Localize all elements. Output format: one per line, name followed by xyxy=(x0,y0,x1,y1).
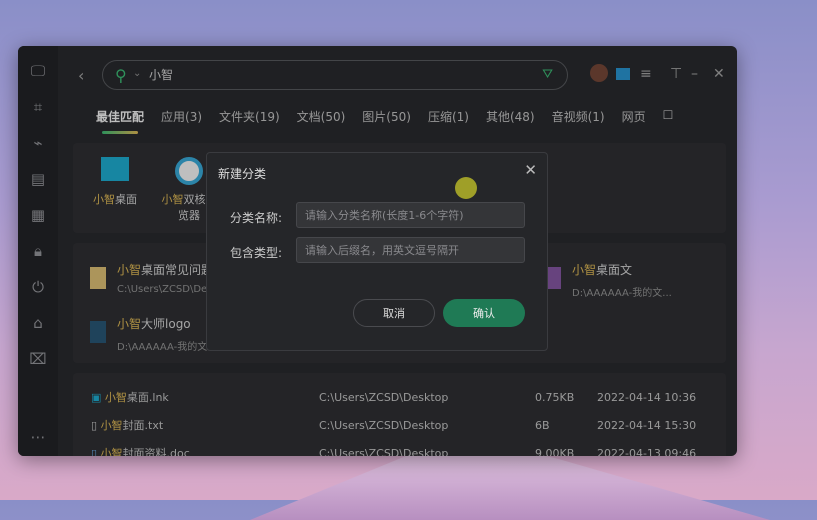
cursor-highlight xyxy=(455,177,477,199)
confirm-button[interactable]: 确认 xyxy=(443,299,525,327)
search-window: 🖵 ⌗ ⌁ ▤ ▦ 🔒︎ ⏻ ⌂ ⌧ ⋯ ‹ ⚲ ⌄ ⛛ ≡ ⊤ – ✕ 最佳匹… xyxy=(18,46,737,456)
include-types-input[interactable] xyxy=(296,237,525,263)
category-name-input[interactable] xyxy=(296,202,525,228)
cancel-button[interactable]: 取消 xyxy=(353,299,435,327)
new-category-dialog: 新建分类 ✕ 分类名称: 包含类型: 取消 确认 xyxy=(206,152,548,351)
category-name-label: 分类名称: xyxy=(230,211,283,225)
close-icon[interactable]: ✕ xyxy=(524,161,537,179)
include-types-label: 包含类型: xyxy=(230,246,283,260)
dialog-title: 新建分类 xyxy=(218,167,267,181)
